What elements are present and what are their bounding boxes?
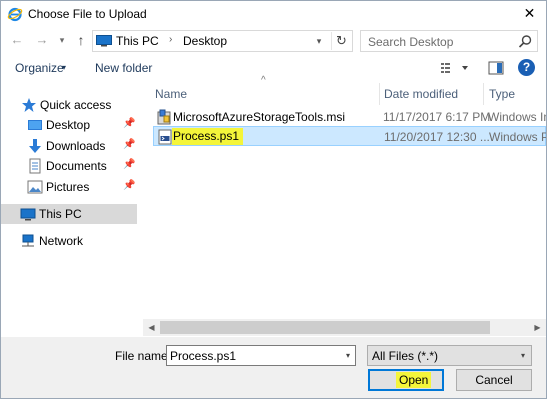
search-placeholder: Search Desktop (368, 35, 454, 49)
file-row-process-ps1[interactable]: Process.ps1 11/20/2017 12:30 ... Windows… (153, 126, 546, 146)
network-icon (22, 234, 34, 247)
horizontal-scrollbar[interactable]: ◀ ▶ (143, 319, 546, 336)
refresh-button[interactable]: ↻ (331, 32, 351, 50)
scroll-left-button[interactable]: ◀ (143, 319, 160, 336)
close-button[interactable]: ✕ (513, 1, 546, 25)
sort-indicator-icon: ^ (261, 75, 266, 86)
file-date: 11/17/2017 6:17 PM (383, 110, 491, 124)
organize-button[interactable]: Organize (15, 61, 64, 75)
file-type-value: All Files (*.*) (372, 349, 439, 363)
file-row-msi[interactable]: MicrosoftAzureStorageTools.msi 11/17/201… (153, 107, 546, 127)
sidebar-item-label: Pictures (46, 180, 90, 194)
open-button[interactable]: Open (368, 369, 444, 391)
desktop-folder-icon (28, 120, 42, 130)
sidebar-item-desktop[interactable]: Desktop 📌 (1, 115, 137, 135)
file-list: MicrosoftAzureStorageTools.msi 11/17/201… (143, 105, 546, 319)
file-type-select[interactable]: All Files (*.*) ▾ (367, 345, 532, 366)
sidebar-item-pictures[interactable]: Pictures 📌 (1, 177, 137, 197)
cancel-button[interactable]: Cancel (456, 369, 532, 391)
pin-icon: 📌 (123, 180, 136, 191)
sidebar-item-network[interactable]: Network (1, 231, 137, 251)
up-folder-button[interactable]: ↑ (73, 32, 89, 48)
scrollbar-thumb[interactable] (160, 321, 490, 334)
chevron-down-icon[interactable]: ▾ (341, 348, 355, 363)
sidebar-item-label: This PC (39, 207, 82, 221)
pin-icon: 📌 (123, 118, 136, 129)
file-name-label: File name: (115, 349, 172, 363)
sidebar-item-this-pc[interactable]: This PC (1, 204, 137, 224)
sidebar-item-label: Downloads (46, 139, 106, 153)
computer-icon (96, 35, 112, 47)
column-headers: ^ Name Date modified Type (143, 75, 546, 105)
sidebar-item-quick-access[interactable]: Quick access (1, 95, 137, 115)
internet-explorer-icon (7, 7, 23, 22)
dialog-footer: File name: Process.ps1 ▾ All Files (*.*)… (1, 337, 546, 398)
sidebar-item-label: Network (39, 234, 84, 248)
breadcrumb-this-pc[interactable]: This PC (116, 34, 159, 48)
pin-icon: 📌 (123, 159, 136, 170)
sidebar-item-documents[interactable]: Documents 📌 (1, 156, 137, 176)
help-button[interactable]: ? (518, 59, 535, 76)
sidebar-item-downloads[interactable]: Downloads 📌 (1, 136, 137, 156)
download-arrow-icon (29, 139, 41, 153)
file-type: Windows PowerShell (489, 130, 546, 144)
search-input[interactable]: Search Desktop (360, 30, 538, 52)
sidebar-item-label: Documents (46, 159, 107, 173)
breadcrumb-desktop[interactable]: Desktop (183, 34, 227, 48)
scroll-right-button[interactable]: ▶ (529, 319, 546, 336)
navigation-pane: Quick access Desktop 📌 Downloads 📌 Docum… (1, 83, 141, 335)
computer-icon (20, 208, 36, 221)
pin-icon: 📌 (123, 139, 136, 150)
sidebar-item-label: Desktop (46, 118, 91, 132)
column-header-type[interactable]: Type (489, 87, 515, 101)
file-name-value: Process.ps1 (170, 349, 237, 363)
file-name: MicrosoftAzureStorageTools.msi (173, 110, 346, 124)
pictures-icon (27, 180, 43, 194)
column-header-name[interactable]: Name (155, 87, 187, 101)
preview-pane-icon[interactable] (488, 60, 504, 76)
documents-icon (29, 158, 41, 174)
window-title: Choose File to Upload (28, 7, 147, 21)
chevron-down-icon: ▾ (520, 351, 525, 360)
navigation-bar: ← → ▾ ↑ This PC › Desktop ▾ ↻ Search Des… (1, 29, 546, 53)
command-bar: Organize ▾ New folder ? (1, 57, 546, 79)
file-name: Process.ps1 (172, 128, 244, 145)
star-icon (22, 98, 36, 112)
powershell-script-icon (158, 129, 172, 145)
column-divider[interactable] (379, 83, 380, 105)
column-header-date-modified[interactable]: Date modified (384, 87, 458, 101)
address-dropdown-button[interactable]: ▾ (311, 33, 327, 49)
forward-button[interactable]: → (34, 32, 50, 48)
back-button[interactable]: ← (9, 32, 25, 48)
file-name-input[interactable]: Process.ps1 ▾ (166, 345, 356, 366)
sidebar-item-label: Quick access (40, 98, 112, 112)
open-button-label: Open (396, 372, 432, 388)
recent-locations-button[interactable]: ▾ (56, 32, 68, 48)
msi-installer-icon (157, 109, 171, 125)
file-upload-dialog: Choose File to Upload ✕ ← → ▾ ↑ This PC … (0, 0, 547, 399)
breadcrumb-separator[interactable]: › (169, 34, 172, 45)
file-date: 11/20/2017 12:30 ... (384, 130, 490, 144)
address-bar[interactable]: This PC › Desktop ▾ ↻ (92, 30, 353, 52)
file-type: Windows Installer (488, 110, 546, 124)
column-divider[interactable] (483, 83, 484, 105)
title-bar: Choose File to Upload ✕ (1, 1, 546, 27)
view-options-icon[interactable] (439, 60, 469, 76)
chevron-down-icon: ▾ (62, 63, 67, 72)
new-folder-button[interactable]: New folder (95, 61, 152, 75)
search-icon (518, 35, 532, 48)
